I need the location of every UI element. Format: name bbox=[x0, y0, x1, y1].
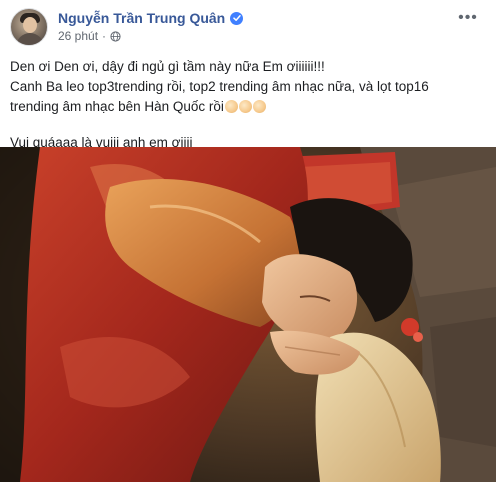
post-text: Den ơi Den ơi, dậy đi ngủ gì tầm này nữa… bbox=[10, 57, 488, 153]
globe-icon[interactable] bbox=[110, 30, 121, 42]
verified-badge-icon bbox=[230, 11, 244, 25]
post-line-2: Canh Ba leo top3trending rồi, top2 trend… bbox=[10, 79, 429, 94]
avatar[interactable] bbox=[10, 8, 48, 46]
timestamp[interactable]: 26 phút bbox=[58, 29, 98, 43]
post-photo[interactable] bbox=[0, 147, 496, 482]
checkmark-icon bbox=[232, 15, 241, 21]
clapping-hands-icon bbox=[238, 100, 252, 113]
photo-illustration bbox=[0, 147, 496, 482]
post-meta: 26 phút · bbox=[58, 29, 121, 43]
facebook-post: Nguyễn Trần Trung Quân 26 phút · ••• Den… bbox=[0, 0, 496, 482]
avatar-body bbox=[16, 33, 44, 45]
more-options-icon: ••• bbox=[458, 9, 478, 26]
clapping-hands-icon bbox=[252, 100, 266, 113]
meta-separator: · bbox=[102, 29, 107, 43]
clapping-hands-icon bbox=[224, 100, 238, 113]
avatar-face bbox=[23, 17, 37, 33]
more-options-button[interactable]: ••• bbox=[454, 8, 482, 28]
post-line-3: trending âm nhạc bên Hàn Quốc rồi bbox=[10, 99, 224, 114]
post-line-1: Den ơi Den ơi, dậy đi ngủ gì tầm này nữa… bbox=[10, 59, 325, 74]
author-name[interactable]: Nguyễn Trần Trung Quân bbox=[58, 10, 225, 26]
author-row: Nguyễn Trần Trung Quân bbox=[58, 9, 244, 27]
post-header: Nguyễn Trần Trung Quân 26 phút · ••• bbox=[0, 0, 496, 52]
post-line-3-wrapper: trending âm nhạc bên Hàn Quốc rồi bbox=[10, 97, 488, 117]
